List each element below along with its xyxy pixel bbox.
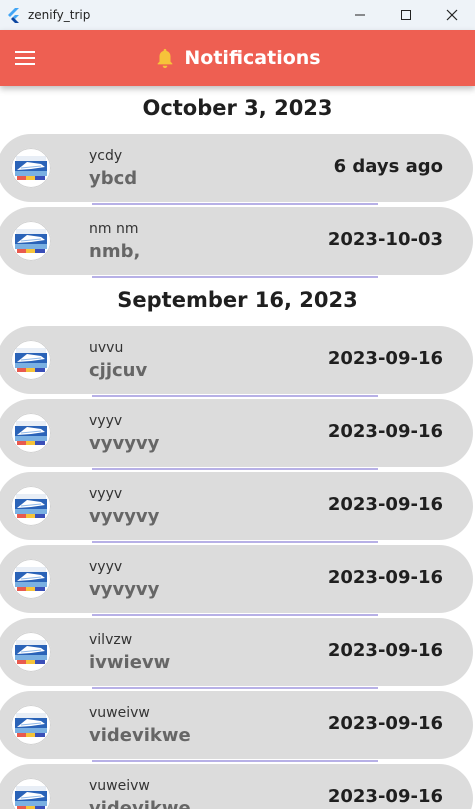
travel-logo-icon <box>11 632 51 672</box>
notification-card[interactable]: uvvu cjjcuv 2023-09-16 <box>0 326 473 394</box>
notification-message: ivwievw <box>89 652 171 673</box>
date-group-header: October 3, 2023 <box>142 96 333 120</box>
close-icon <box>446 9 458 21</box>
avatar <box>11 559 51 599</box>
notification-sender: vyyv <box>89 559 123 575</box>
notification-sender: vuweivw <box>89 705 150 721</box>
notification-message: vyvyvy <box>89 433 160 454</box>
travel-logo-icon <box>11 221 51 261</box>
window-title: zenify_trip <box>28 8 91 22</box>
notification-message: vyvyvy <box>89 506 160 527</box>
minimize-button[interactable] <box>337 0 383 30</box>
notification-sender: uvvu <box>89 340 124 356</box>
notification-sender: nm nm <box>89 221 139 237</box>
page-title: Notifications <box>184 47 321 69</box>
notification-message: vyvyvy <box>89 579 160 600</box>
notification-time: 2023-09-16 <box>327 421 443 442</box>
avatar <box>11 778 51 809</box>
app-bar: Notifications <box>0 30 475 86</box>
notification-time: 2023-09-16 <box>327 567 443 588</box>
avatar <box>11 486 51 526</box>
avatar <box>11 340 51 380</box>
date-group-header: September 16, 2023 <box>117 288 358 312</box>
avatar <box>11 413 51 453</box>
divider <box>92 468 378 470</box>
notification-time: 2023-09-16 <box>327 713 443 734</box>
notification-card[interactable]: vilvzw ivwievw 2023-09-16 <box>0 618 473 686</box>
notification-message: videvikwe <box>89 798 191 809</box>
notification-card[interactable]: nm nm nmb, 2023-10-03 <box>0 207 473 275</box>
notification-sender: vuweivw <box>89 778 150 794</box>
notification-time: 2023-10-03 <box>327 229 443 250</box>
travel-logo-icon <box>11 486 51 526</box>
notification-message: videvikwe <box>89 725 191 746</box>
close-button[interactable] <box>429 0 475 30</box>
avatar <box>11 148 51 188</box>
notification-sender: ycdy <box>89 148 123 164</box>
notification-message: cjjcuv <box>89 360 148 381</box>
notification-card[interactable]: vyyv vyvyvy 2023-09-16 <box>0 472 473 540</box>
notification-time: 2023-09-16 <box>327 640 443 661</box>
travel-logo-icon <box>11 705 51 745</box>
notification-message: nmb, <box>89 241 141 262</box>
notification-sender: vyyv <box>89 486 123 502</box>
notification-sender: vyyv <box>89 413 123 429</box>
divider <box>92 760 378 762</box>
bell-icon <box>158 48 173 69</box>
notification-card[interactable]: vyyv vyvyvy 2023-09-16 <box>0 545 473 613</box>
divider <box>92 687 378 689</box>
travel-logo-icon <box>11 413 51 453</box>
travel-logo-icon <box>11 340 51 380</box>
notification-card[interactable]: vyyv vyvyvy 2023-09-16 <box>0 399 473 467</box>
divider <box>92 276 378 278</box>
flutter-logo-icon <box>8 8 19 23</box>
divider <box>92 395 378 397</box>
notification-card[interactable]: vuweivw videvikwe 2023-09-16 <box>0 691 473 759</box>
notification-time: 2023-09-16 <box>327 786 443 807</box>
minimize-icon <box>355 14 365 16</box>
notification-sender: vilvzw <box>89 632 133 648</box>
travel-logo-icon <box>11 559 51 599</box>
notification-message: ybcd <box>89 168 138 189</box>
travel-logo-icon <box>11 148 51 188</box>
notification-card[interactable]: vuweivw videvikwe 2023-09-16 <box>0 764 473 809</box>
notification-time: 6 days ago <box>333 156 443 177</box>
notification-card[interactable]: ycdy ybcd 6 days ago <box>0 134 473 202</box>
avatar <box>11 221 51 261</box>
divider <box>92 614 378 616</box>
window-titlebar: zenify_trip <box>0 0 475 31</box>
notification-time: 2023-09-16 <box>327 494 443 515</box>
travel-logo-icon <box>11 778 51 809</box>
avatar <box>11 632 51 672</box>
divider <box>92 541 378 543</box>
maximize-icon <box>401 10 411 20</box>
notification-list[interactable]: October 3, 2023 ycdy ybcd 6 days ago nm … <box>0 86 475 809</box>
notification-time: 2023-09-16 <box>327 348 443 369</box>
maximize-button[interactable] <box>383 0 429 30</box>
avatar <box>11 705 51 745</box>
divider <box>92 203 378 205</box>
